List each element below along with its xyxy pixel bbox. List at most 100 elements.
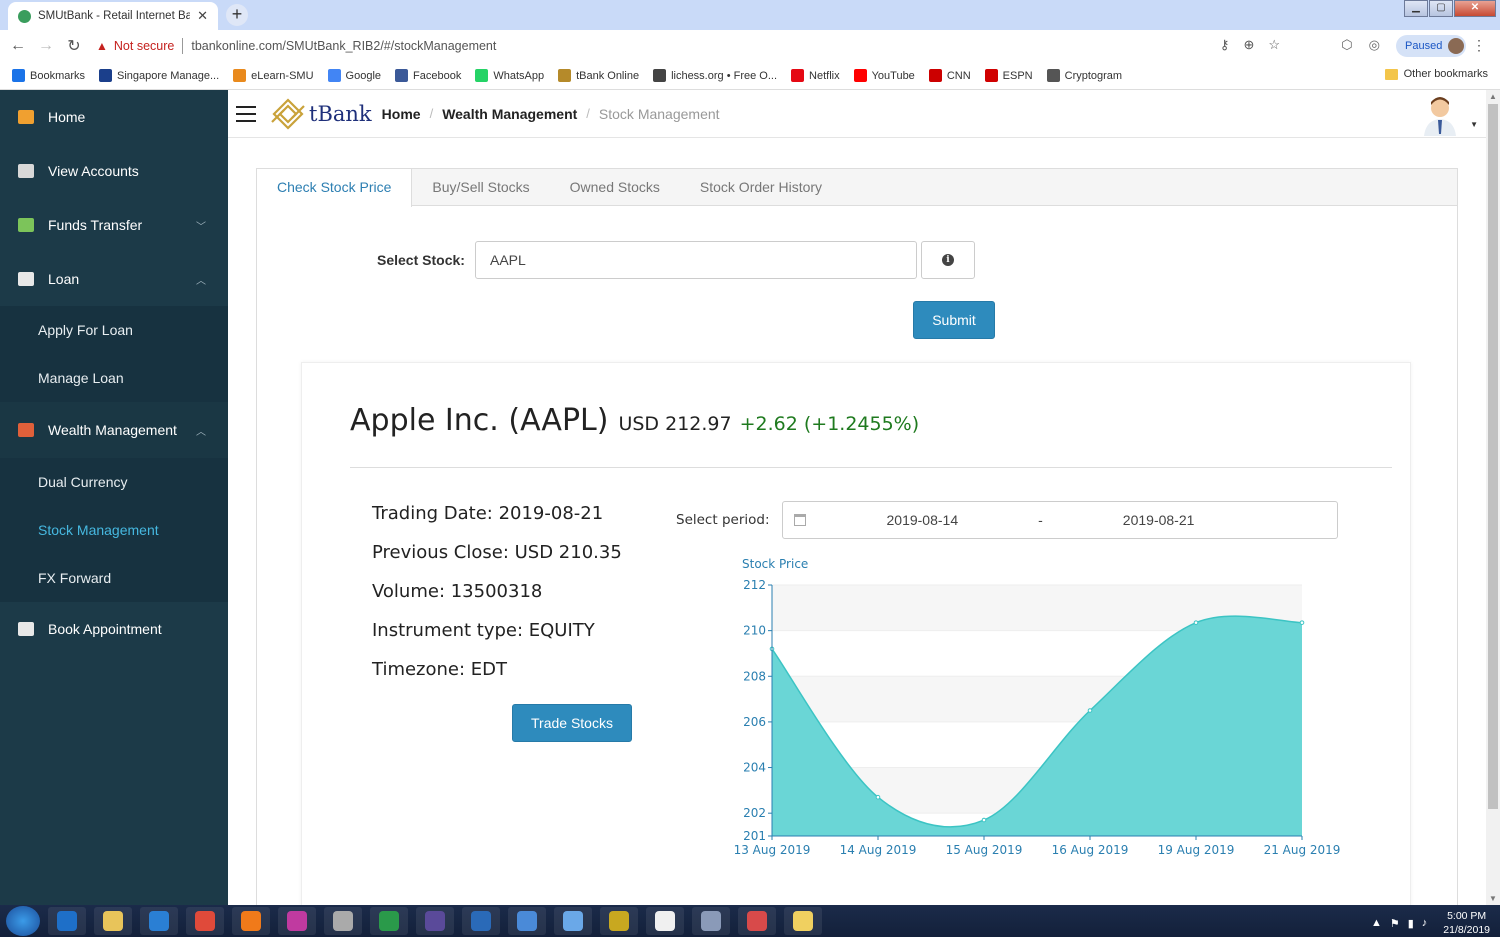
stock-price: USD 212.97 xyxy=(618,413,732,435)
volume: Volume: 13500318 xyxy=(372,581,543,602)
app-icon xyxy=(287,911,307,931)
sidebar-item-book-appointment[interactable]: Book Appointment xyxy=(0,602,228,656)
clock[interactable]: 5:00 PM 21/8/2019 xyxy=(1443,909,1490,937)
tab-stock-order-history[interactable]: Stock Order History xyxy=(680,169,842,205)
user-menu-caret-icon[interactable]: ▼ xyxy=(1470,120,1478,129)
tray-arrow-icon[interactable]: ▲ xyxy=(1371,917,1382,930)
sidebar-item-wealth-management[interactable]: Wealth Management ︿ xyxy=(0,402,228,458)
close-window-icon[interactable]: ✕ xyxy=(1454,0,1496,17)
transfer-icon xyxy=(18,218,34,232)
sidebar-item-dual-currency[interactable]: Dual Currency xyxy=(0,458,228,506)
other-bookmarks[interactable]: Other bookmarks xyxy=(1384,68,1488,80)
taskbar-app-app[interactable] xyxy=(278,907,316,935)
profile-avatar xyxy=(1448,38,1465,54)
taskbar-app-vscode[interactable] xyxy=(462,907,500,935)
maximize-icon[interactable]: ▢ xyxy=(1429,0,1453,17)
star-icon[interactable]: ☆ xyxy=(1268,37,1280,53)
info-button[interactable]: i xyxy=(921,241,975,279)
sidebar-item-stock-management[interactable]: Stock Management xyxy=(0,506,228,554)
tab-check-stock-price[interactable]: Check Stock Price xyxy=(257,169,413,207)
sidebar-item-loan[interactable]: Loan ︿ xyxy=(0,252,228,306)
sidebar-item-manage-loan[interactable]: Manage Loan xyxy=(0,354,228,402)
back-icon[interactable]: ← xyxy=(4,37,32,55)
browser-menu-icon[interactable]: ⋮ xyxy=(1472,37,1486,54)
taskbar-app-notes[interactable] xyxy=(784,907,822,935)
taskbar-app-apps[interactable] xyxy=(646,907,684,935)
battery-icon[interactable]: ▮ xyxy=(1408,917,1414,930)
start-date[interactable]: 2019-08-14 xyxy=(887,512,959,528)
taskbar-app-chrome[interactable] xyxy=(186,907,224,935)
taskbar-app-firefox[interactable] xyxy=(232,907,270,935)
bookmark-item[interactable]: Singapore Manage... xyxy=(99,69,219,82)
loan-icon xyxy=(18,272,34,286)
bookmark-item[interactable]: Bookmarks xyxy=(12,69,85,82)
bookmark-item[interactable]: ESPN xyxy=(984,69,1033,82)
sidebar-item-label: Funds Transfer xyxy=(48,217,143,233)
bookmark-item[interactable]: eLearn-SMU xyxy=(233,69,314,82)
trade-stocks-button[interactable]: Trade Stocks xyxy=(512,704,632,742)
security-label[interactable]: Not secure xyxy=(114,39,174,53)
minimize-icon[interactable]: ▁ xyxy=(1404,0,1428,17)
taskbar-app-box[interactable] xyxy=(508,907,546,935)
bookmark-item[interactable]: tBank Online xyxy=(558,69,639,82)
forward-icon[interactable]: → xyxy=(32,37,60,55)
user-avatar[interactable] xyxy=(1420,94,1460,136)
extension-cube-icon[interactable]: ⬡ xyxy=(1341,37,1352,53)
hamburger-menu-icon[interactable] xyxy=(236,105,256,122)
sidebar-item-home[interactable]: Home xyxy=(0,90,228,144)
new-tab-button[interactable]: + xyxy=(226,4,248,26)
scroll-up-icon[interactable]: ▲ xyxy=(1486,92,1500,101)
bookmark-item[interactable]: Netflix xyxy=(791,69,840,82)
extension-circle-icon[interactable]: ◎ xyxy=(1369,37,1380,53)
key-icon[interactable]: ⚷ xyxy=(1220,37,1230,53)
taskbar-app-box[interactable] xyxy=(554,907,592,935)
close-tab-icon[interactable]: ✕ xyxy=(197,8,208,24)
sidebar-item-funds-transfer[interactable]: Funds Transfer ﹀ xyxy=(0,198,228,252)
submit-button[interactable]: Submit xyxy=(913,301,995,339)
sidebar-item-label: Home xyxy=(48,109,86,125)
bookmark-item[interactable]: CNN xyxy=(928,69,971,82)
bookmark-item[interactable]: Cryptogram xyxy=(1046,69,1122,82)
taskbar-app-app[interactable] xyxy=(370,907,408,935)
browser-tab[interactable]: SMUtBank - Retail Internet Banki ✕ xyxy=(8,2,218,30)
bookmark-item[interactable]: lichess.org • Free O... xyxy=(653,69,777,82)
bookmark-item[interactable]: YouTube xyxy=(853,69,915,82)
bookmark-item[interactable]: Facebook xyxy=(395,69,461,82)
sidebar-item-view-accounts[interactable]: View Accounts xyxy=(0,144,228,198)
reload-icon[interactable]: ↻ xyxy=(60,36,88,56)
taskbar-app-jar[interactable] xyxy=(600,907,638,935)
flag-icon[interactable]: ⚑ xyxy=(1390,917,1400,930)
url-field[interactable]: ▲ Not secure tbankonline.com/SMUtBank_RI… xyxy=(96,34,1256,58)
start-button[interactable] xyxy=(6,906,40,936)
y-tick-label: 210 xyxy=(743,624,766,638)
zoom-icon[interactable]: ⊕ xyxy=(1243,37,1254,53)
tab-buy-sell-stocks[interactable]: Buy/Sell Stocks xyxy=(412,169,549,205)
tbank-logo[interactable]: tBank xyxy=(270,96,372,132)
profile-button[interactable]: Paused xyxy=(1396,35,1466,57)
system-tray: ▲ ⚑ ▮ ♪ 5:00 PM 21/8/2019 xyxy=(1371,909,1490,937)
bookmark-item[interactable]: WhatsApp xyxy=(475,69,544,82)
taskbar-app-snip[interactable] xyxy=(738,907,776,935)
taskbar-app-sas[interactable] xyxy=(692,907,730,935)
taskbar-app-settings[interactable] xyxy=(324,907,362,935)
volume-icon[interactable]: ♪ xyxy=(1422,917,1428,930)
page-scrollbar[interactable]: ▲ ▼ xyxy=(1486,90,1500,905)
data-point xyxy=(981,817,987,823)
taskbar-app-explorer[interactable] xyxy=(94,907,132,935)
scroll-thumb[interactable] xyxy=(1488,104,1498,809)
breadcrumb-home[interactable]: Home xyxy=(382,106,421,122)
date-range-input[interactable]: 2019-08-14 - 2019-08-21 xyxy=(781,501,1338,539)
sidebar-item-fx-forward[interactable]: FX Forward xyxy=(0,554,228,602)
sidebar-item-apply-for-loan[interactable]: Apply For Loan xyxy=(0,306,228,354)
url-text[interactable]: tbankonline.com/SMUtBank_RIB2/#/stockMan… xyxy=(191,39,496,53)
taskbar-app-outlook[interactable] xyxy=(48,907,86,935)
bookmark-item[interactable]: Google xyxy=(327,69,381,82)
taskbar-app-ie[interactable] xyxy=(140,907,178,935)
tab-owned-stocks[interactable]: Owned Stocks xyxy=(550,169,680,205)
scroll-down-icon[interactable]: ▼ xyxy=(1486,894,1500,903)
taskbar-app-eclipse[interactable] xyxy=(416,907,454,935)
period-selector: Select period: 2019-08-14 - 2019-08-21 xyxy=(676,501,1338,539)
breadcrumb-wealth-management[interactable]: Wealth Management xyxy=(442,106,577,122)
end-date[interactable]: 2019-08-21 xyxy=(1123,512,1195,528)
stock-input[interactable]: AAPL xyxy=(475,241,917,279)
